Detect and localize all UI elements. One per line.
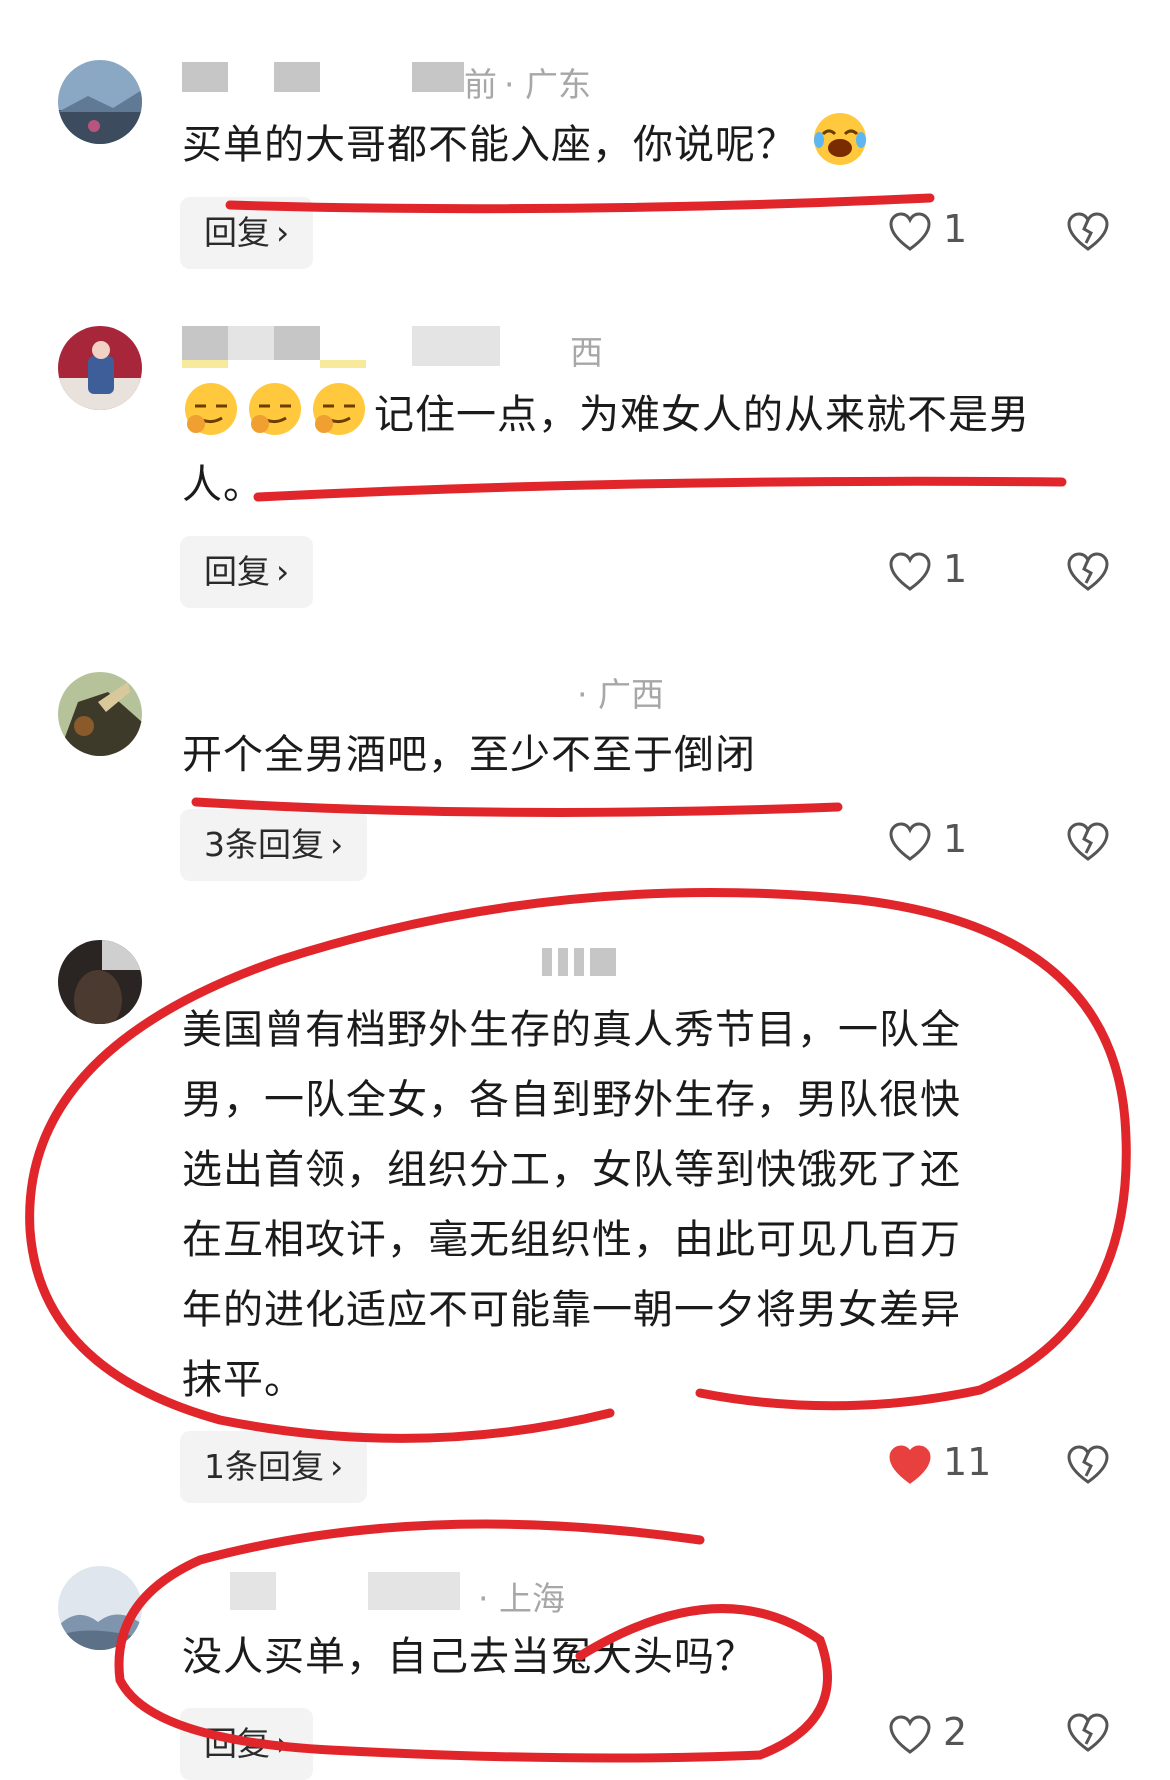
comment-meta: 前 · 广东 [182,58,682,104]
like-button[interactable]: 2 [888,1706,1008,1766]
comment-text-content: 开个全男酒吧，至少不至于倒闭 [182,732,756,778]
reply-label: 3条回复 [204,825,324,864]
comment-text-line: 年的进化适应不可能靠一朝一夕将男女差异 [182,1287,961,1333]
like-button[interactable]: 11 [888,1436,1008,1496]
reply-label: 回复 [204,1724,270,1763]
comment-text-line: 美国曾有档野外生存的真人秀节目，一队全 [182,1007,961,1053]
comment-meta: · 广西 [182,668,682,714]
heart-outline-icon [889,1715,931,1754]
broken-heart-icon [1067,822,1109,861]
chevron-right-icon: › [276,552,290,591]
time-partial: 前 [464,65,497,104]
location: 西 [570,333,603,372]
comment-meta [182,948,682,988]
comment-text-line: 男，一队全女，各自到野外生存，男队很快 [182,1077,961,1123]
reply-label: 回复 [204,213,270,252]
like-button[interactable]: 1 [888,203,1008,263]
avatar[interactable] [58,60,142,144]
like-button[interactable]: 1 [888,813,1008,873]
smug-face-emoji [310,380,368,438]
dislike-button[interactable] [1066,1444,1114,1492]
like-count: 11 [943,1440,992,1484]
chevron-right-icon: › [276,1724,290,1763]
heart-outline-icon [889,552,931,591]
avatar[interactable] [58,1566,142,1650]
like-button[interactable]: 1 [888,543,1008,603]
comment-text: 没人买单，自己去当冤大头吗？ [182,1622,1102,1692]
smug-face-emoji [182,380,240,438]
avatar[interactable] [58,940,142,1024]
comment-text: 记住一点，为难女人的从来就不是男人。 [182,380,1102,520]
dislike-button[interactable] [1066,211,1114,259]
reply-button[interactable]: 回复 › [180,197,314,269]
comment-text-content: 买单的大哥都不能入座，你说呢？ [182,122,797,168]
dislike-button[interactable] [1066,821,1114,869]
replies-button[interactable]: 3条回复 › [180,809,368,881]
dislike-button[interactable] [1066,1712,1114,1760]
heart-outline-icon [889,212,931,251]
broken-heart-icon [1067,212,1109,251]
reply-button[interactable]: 回复 › [180,1708,314,1780]
location: · 广东 [504,65,591,104]
laughing-crying-emoji [811,110,869,168]
underline-annotation [225,193,935,214]
broken-heart-icon [1067,1445,1109,1484]
smug-face-emoji [246,380,304,438]
chevron-right-icon: › [330,825,344,864]
broken-heart-icon [1067,1713,1109,1752]
comment-text-line: 在互相攻讦，毫无组织性，由此可见几百万 [182,1217,961,1263]
broken-heart-icon [1067,552,1109,591]
comment-meta: · 上海 [182,1572,682,1618]
red-annotation-overlay [25,193,1131,1763]
like-count: 1 [943,547,968,591]
comment-text-line: 选出首领，组织分工，女队等到快饿死了还 [182,1147,961,1193]
replies-button[interactable]: 1条回复 › [180,1431,368,1503]
comment-text: 开个全男酒吧，至少不至于倒闭 [182,720,1102,790]
comment-meta: 西 [182,326,682,372]
dislike-button[interactable] [1066,551,1114,599]
like-count: 2 [943,1710,968,1754]
comment-text-content: 没人买单，自己去当冤大头吗？ [182,1634,756,1680]
comment-text: 买单的大哥都不能入座，你说呢？ [182,110,1102,180]
reply-label: 1条回复 [204,1447,324,1486]
comment-text-line: 抹平。 [182,1357,305,1403]
location: · 上海 [478,1579,565,1618]
reply-label: 回复 [204,552,270,591]
avatar[interactable] [58,326,142,410]
chevron-right-icon: › [330,1447,344,1486]
heart-filled-icon [889,1445,931,1484]
chevron-right-icon: › [276,213,290,252]
location: · 广西 [577,675,664,714]
like-count: 1 [943,817,968,861]
comment-text: 美国曾有档野外生存的真人秀节目，一队全 男，一队全女，各自到野外生存，男队很快 … [182,995,1102,1415]
avatar[interactable] [58,672,142,756]
heart-outline-icon [889,822,931,861]
reply-button[interactable]: 回复 › [180,536,314,608]
like-count: 1 [943,207,968,251]
